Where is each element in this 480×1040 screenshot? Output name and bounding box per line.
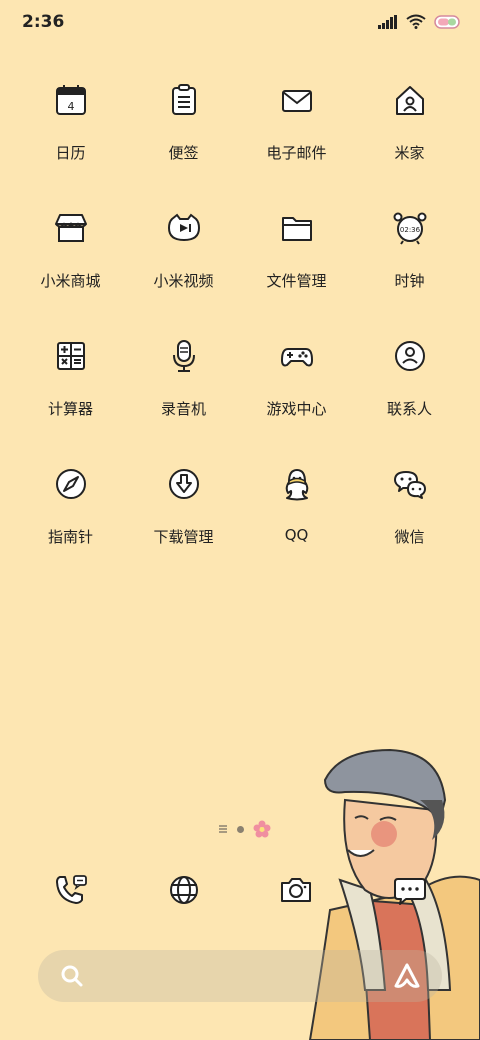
messages-icon[interactable] — [388, 868, 432, 912]
search-icon — [61, 965, 83, 987]
status-time: 2:36 — [22, 12, 65, 32]
app-qq[interactable]: QQ — [240, 456, 353, 584]
app-label: 计算器 — [47, 400, 93, 418]
app-gamecenter[interactable]: 游戏中心 — [240, 328, 353, 456]
home-icon — [388, 78, 432, 122]
app-grid: 4 日历 便签 电子邮件 米家 小米商城 小米视频 文件管理 02:36 时钟 … — [0, 72, 480, 584]
calculator-icon — [49, 334, 93, 378]
email-icon — [275, 78, 319, 122]
app-label: 电子邮件 — [266, 144, 327, 162]
app-label: 小米商城 — [40, 272, 101, 290]
app-label: 日历 — [55, 144, 86, 162]
app-calendar[interactable]: 4 日历 — [14, 72, 127, 200]
app-label: 联系人 — [386, 400, 432, 418]
signal-icon — [378, 14, 397, 29]
app-recorder[interactable]: 录音机 — [127, 328, 240, 456]
status-icons — [378, 14, 462, 29]
app-contacts[interactable]: 联系人 — [353, 328, 466, 456]
app-label: QQ — [284, 526, 309, 544]
store-icon — [49, 206, 93, 250]
qq-icon — [275, 462, 319, 506]
calendar-icon: 4 — [49, 78, 93, 122]
app-row: 计算器 录音机 游戏中心 联系人 — [0, 328, 480, 456]
app-label: 时钟 — [394, 272, 425, 290]
app-downloads[interactable]: 下载管理 — [127, 456, 240, 584]
wifi-icon — [406, 14, 426, 29]
dock — [0, 866, 480, 916]
app-row: 4 日历 便签 电子邮件 米家 — [0, 72, 480, 200]
microphone-icon — [162, 334, 206, 378]
clock-time: 02:36 — [399, 226, 420, 234]
app-mistore[interactable]: 小米商城 — [14, 200, 127, 328]
compass-icon — [49, 462, 93, 506]
app-label: 下载管理 — [153, 528, 214, 546]
app-clock[interactable]: 02:36 时钟 — [353, 200, 466, 328]
app-row: 小米商城 小米视频 文件管理 02:36 时钟 — [0, 200, 480, 328]
phone-icon[interactable] — [48, 868, 92, 912]
feed-page-icon — [219, 825, 227, 833]
app-notes[interactable]: 便签 — [127, 72, 240, 200]
folder-icon — [275, 206, 319, 250]
notes-icon — [162, 78, 206, 122]
app-files[interactable]: 文件管理 — [240, 200, 353, 328]
page-dot — [237, 825, 244, 833]
battery-icon — [434, 14, 460, 29]
search-bar[interactable] — [38, 950, 442, 1002]
page-indicator[interactable] — [218, 820, 271, 838]
browser-icon[interactable] — [162, 868, 206, 912]
app-calculator[interactable]: 计算器 — [14, 328, 127, 456]
app-email[interactable]: 电子邮件 — [240, 72, 353, 200]
app-label: 米家 — [394, 144, 425, 162]
status-bar: 2:36 — [0, 0, 480, 44]
app-label: 指南针 — [47, 528, 93, 546]
app-label: 小米视频 — [153, 272, 214, 290]
assistant-icon[interactable] — [392, 962, 422, 990]
video-icon — [162, 206, 206, 250]
app-mivideo[interactable]: 小米视频 — [127, 200, 240, 328]
contacts-icon — [388, 334, 432, 378]
download-icon — [162, 462, 206, 506]
clock-icon: 02:36 — [388, 206, 432, 250]
gamepad-icon — [275, 334, 319, 378]
app-mihome[interactable]: 米家 — [353, 72, 466, 200]
app-label: 微信 — [394, 528, 425, 546]
app-compass[interactable]: 指南针 — [14, 456, 127, 584]
app-label: 文件管理 — [266, 272, 327, 290]
flower-page-indicator-icon — [253, 820, 271, 838]
app-label: 录音机 — [160, 400, 206, 418]
app-row: 指南针 下载管理 QQ 微信 — [0, 456, 480, 584]
app-label: 便签 — [168, 144, 199, 162]
app-label: 游戏中心 — [266, 400, 327, 418]
calendar-day: 4 — [67, 100, 74, 113]
wechat-icon — [388, 462, 432, 506]
camera-icon[interactable] — [274, 868, 318, 912]
app-wechat[interactable]: 微信 — [353, 456, 466, 584]
